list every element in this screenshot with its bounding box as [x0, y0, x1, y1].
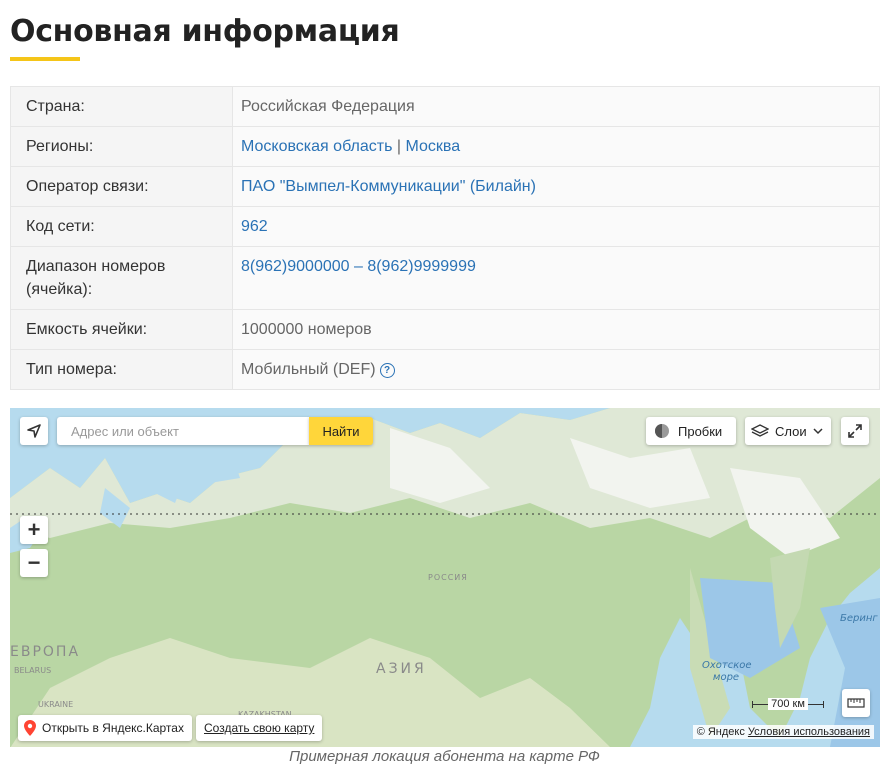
code-label: Код сети:	[10, 206, 233, 247]
layers-button[interactable]: Слои	[745, 417, 831, 445]
type-value: Мобильный (DEF)	[241, 361, 376, 378]
traffic-label: Пробки	[678, 423, 723, 439]
region-link-moscow[interactable]: Москва	[405, 138, 460, 155]
map-label-belarus: BELARUS	[14, 666, 52, 675]
layers-icon	[751, 424, 769, 437]
map-label-okhotsk-sea: Охотское море	[702, 660, 752, 683]
fullscreen-button[interactable]	[841, 417, 869, 445]
map-search-input[interactable]	[57, 417, 309, 445]
table-row: Страна: Российская Федерация	[10, 86, 880, 127]
map-caption: Примерная локация абонента на карте РФ	[289, 748, 600, 765]
capacity-label: Емкость ячейки:	[10, 309, 233, 350]
table-row: Регионы: Московская область | Москва	[10, 126, 880, 167]
traffic-button[interactable]: Пробки	[646, 417, 736, 445]
type-cell: Мобильный (DEF)?	[232, 349, 880, 390]
range-cell: 8(962)9000000 – 8(962)9999999	[232, 246, 880, 310]
number-range-link[interactable]: 8(962)9000000 – 8(962)9999999	[241, 258, 476, 275]
map-search-button[interactable]: Найти	[309, 417, 373, 445]
regions-value: Московская область | Москва	[232, 126, 880, 167]
ruler-icon	[847, 698, 865, 708]
info-table: Страна: Российская Федерация Регионы: Мо…	[10, 86, 880, 390]
operator-label: Оператор связи:	[10, 166, 233, 207]
country-label: Страна:	[10, 86, 233, 127]
map-copyright: © Яндекс Условия использования	[692, 725, 874, 739]
table-row: Емкость ячейки: 1000000 номеров	[10, 309, 880, 350]
table-row: Диапазон номеров (ячейка): 8(962)9000000…	[10, 246, 880, 310]
range-label: Диапазон номеров (ячейка):	[10, 246, 233, 310]
copyright-text: © Яндекс	[696, 726, 745, 738]
scale-bar: 700 км	[752, 698, 824, 710]
operator-cell: ПАО "Вымпел-Коммуникации" (Билайн)	[232, 166, 880, 207]
table-row: Код сети: 962	[10, 206, 880, 247]
open-yandex-maps-link[interactable]: Открыть в Яндекс.Картах	[18, 715, 192, 741]
table-row: Тип номера: Мобильный (DEF)?	[10, 349, 880, 390]
map-pin-icon	[24, 720, 36, 736]
map-label-bering: Беринг	[840, 613, 878, 624]
question-circle-icon[interactable]: ?	[379, 363, 395, 378]
title-underline	[10, 57, 80, 61]
geolocation-button[interactable]	[20, 417, 48, 445]
layers-label: Слои	[775, 423, 807, 439]
ruler-button[interactable]	[842, 689, 870, 717]
yandex-map[interactable]: Найти Пробки Слои + − ЕВРОПА АЗИЯ РОССИЯ…	[10, 408, 880, 747]
map-label-europe: ЕВРОПА	[10, 644, 81, 660]
code-cell: 962	[232, 206, 880, 247]
scale-label: 700 км	[768, 698, 808, 710]
terms-of-use-link[interactable]: Условия использования	[748, 726, 870, 738]
map-label-ukraine: UKRAINE	[38, 700, 74, 709]
country-value: Российская Федерация	[232, 86, 880, 127]
geolocation-icon	[27, 424, 41, 438]
table-row: Оператор связи: ПАО "Вымпел-Коммуникации…	[10, 166, 880, 207]
regions-label: Регионы:	[10, 126, 233, 167]
capacity-value: 1000000 номеров	[232, 309, 880, 350]
map-scale: 700 км	[752, 697, 824, 711]
type-label: Тип номера:	[10, 349, 233, 390]
region-separator: |	[396, 138, 402, 155]
zoom-out-button[interactable]: −	[20, 549, 48, 577]
network-code-link[interactable]: 962	[241, 218, 268, 235]
zoom-in-button[interactable]: +	[20, 516, 48, 544]
fullscreen-icon	[848, 424, 862, 438]
open-yandex-maps-label: Открыть в Яндекс.Картах	[42, 721, 184, 735]
create-map-link[interactable]: Создать свою карту	[196, 715, 323, 741]
map-label-asia: АЗИЯ	[376, 661, 427, 677]
region-link-moscow-oblast[interactable]: Московская область	[241, 138, 392, 155]
chevron-down-icon	[813, 428, 823, 435]
map-label-russia: РОССИЯ	[428, 573, 468, 582]
traffic-icon	[655, 424, 669, 438]
operator-link[interactable]: ПАО "Вымпел-Коммуникации" (Билайн)	[241, 178, 536, 195]
page-title: Основная информация	[10, 14, 400, 49]
